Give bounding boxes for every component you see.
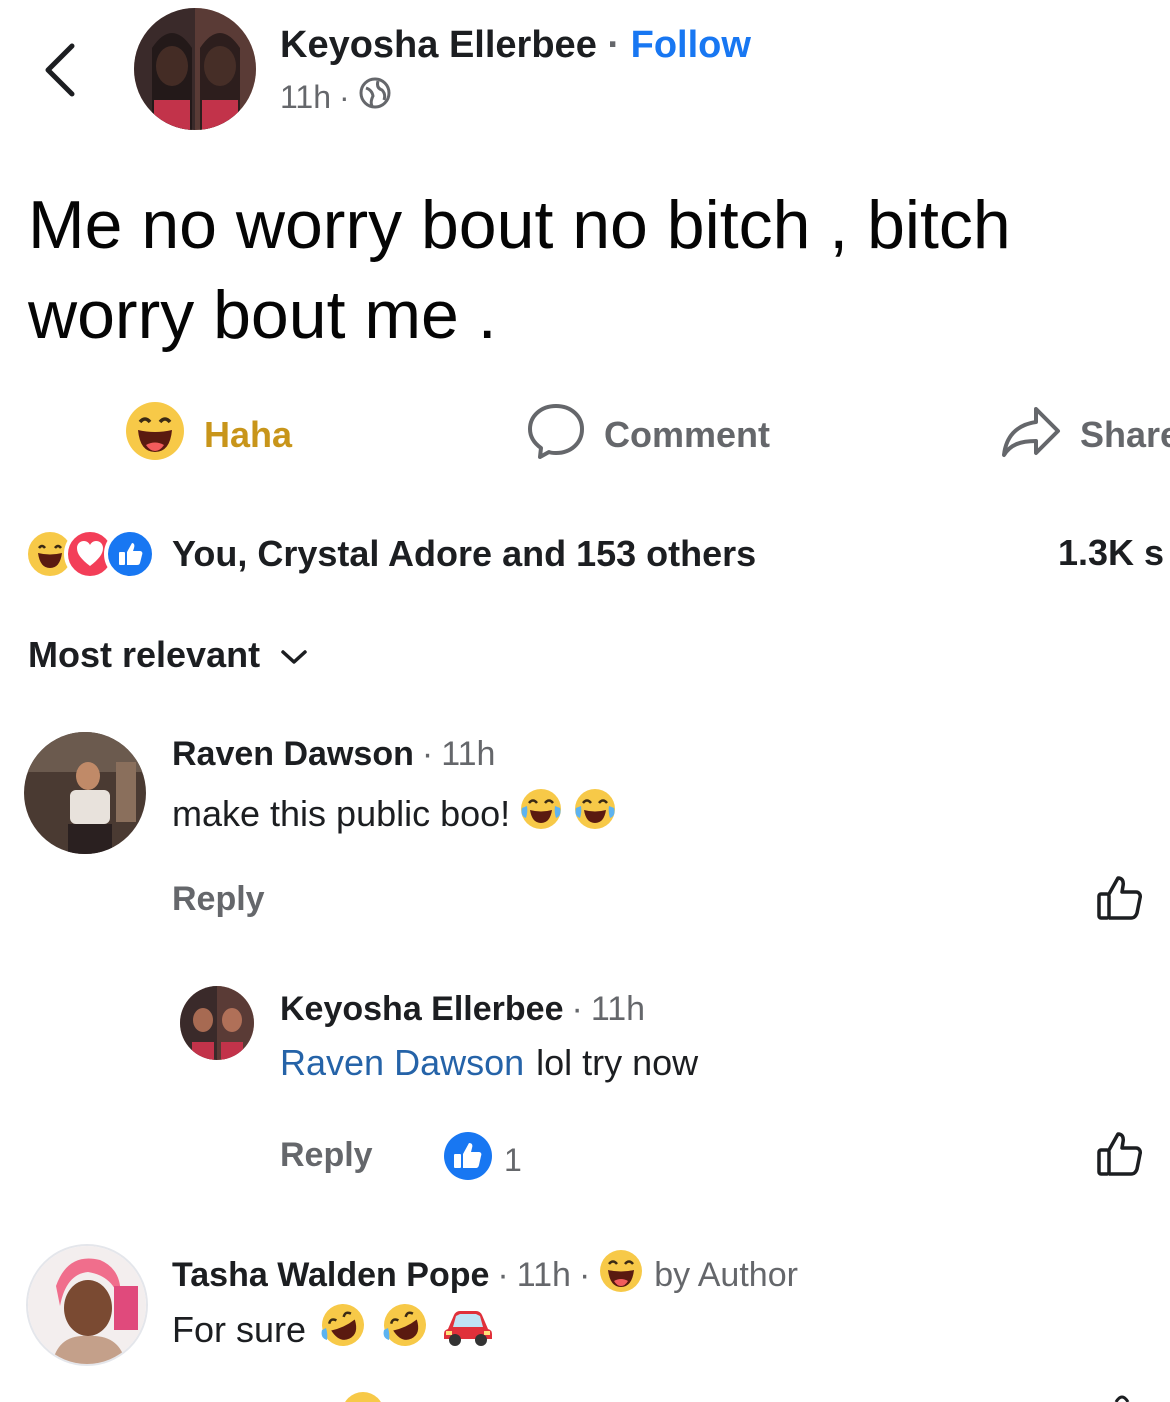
commenter-avatar[interactable] <box>24 732 146 854</box>
like-outline-icon[interactable] <box>1094 1128 1146 1180</box>
comment-body: make this public boo! <box>172 786 618 841</box>
mention-link[interactable]: Raven Dawson <box>280 1042 524 1084</box>
back-chevron-icon[interactable] <box>38 38 86 102</box>
post-author-line: Keyosha Ellerbee · Follow <box>280 24 751 67</box>
author-avatar[interactable] <box>134 8 256 130</box>
post-text: Me no worry bout no bitch , bitch worry … <box>28 187 1011 353</box>
rofl-emoji-icon <box>380 1300 430 1359</box>
share-button[interactable]: Share <box>1000 400 1170 470</box>
haha-reaction-button[interactable]: Haha <box>124 400 292 470</box>
reply-like-count[interactable]: 1 <box>442 1130 522 1190</box>
partial-like-icon <box>1110 1390 1134 1402</box>
chevron-down-icon <box>280 634 308 676</box>
reply-time[interactable]: 11h <box>591 990 645 1029</box>
comment-text: For sure <box>172 1308 307 1350</box>
tears-of-joy-emoji-icon <box>518 786 564 841</box>
comment-author[interactable]: Tasha Walden Pope <box>172 1256 489 1295</box>
follow-separator: · <box>607 24 621 66</box>
comment-time[interactable]: 11h <box>441 735 495 774</box>
by-author-badge: by Author <box>598 1248 798 1303</box>
shares-count[interactable]: 1.3K s <box>1058 532 1164 574</box>
sort-label: Most relevant <box>28 634 261 675</box>
meta-separator: · <box>339 78 350 115</box>
rofl-emoji-icon <box>318 1300 368 1359</box>
comment-body: For sure <box>172 1300 494 1359</box>
facebook-post-screen: Keyosha Ellerbee · Follow 11h · Me no wo… <box>0 0 1170 1402</box>
comment-separator: · <box>578 1256 591 1294</box>
like-filled-icon <box>442 1130 494 1190</box>
post-author-name[interactable]: Keyosha Ellerbee <box>280 24 597 66</box>
follow-button[interactable]: Follow <box>631 24 751 66</box>
share-arrow-icon <box>1000 403 1062 468</box>
post-time[interactable]: 11h <box>280 79 331 116</box>
comment-bubble-icon <box>526 401 586 470</box>
comment-header: Tasha Walden Pope · 11h · by Author <box>172 1248 798 1303</box>
haha-label: Haha <box>204 414 293 455</box>
post-meta: 11h · <box>280 76 392 118</box>
reply-text: lol try now <box>536 1042 699 1083</box>
comment-time[interactable]: 11h <box>517 1256 571 1295</box>
comment-button[interactable]: Comment <box>526 400 770 470</box>
haha-emoji-icon <box>598 1248 644 1303</box>
like-small-icon <box>104 528 156 580</box>
reply-header: Keyosha Ellerbee · 11h <box>280 990 645 1029</box>
reply-separator: · <box>571 990 583 1028</box>
reply-author-avatar[interactable] <box>180 986 254 1060</box>
globe-icon <box>358 76 392 118</box>
comment-author[interactable]: Raven Dawson <box>172 735 414 774</box>
comment-separator: · <box>497 1256 509 1294</box>
reply-author[interactable]: Keyosha Ellerbee <box>280 990 563 1029</box>
reply-body: Raven Dawson lol try now <box>280 1042 698 1084</box>
like-outline-icon[interactable] <box>1094 872 1146 924</box>
by-author-label: by Author <box>654 1256 798 1294</box>
reply-button[interactable]: Reply <box>172 880 265 919</box>
haha-emoji-icon <box>124 400 186 471</box>
reaction-icons <box>24 528 156 580</box>
comment-separator: · <box>421 735 434 773</box>
comment-label: Comment <box>604 414 771 455</box>
reply-button[interactable]: Reply <box>280 1136 373 1175</box>
share-label: Share <box>1080 414 1170 455</box>
reactions-summary[interactable]: You, Crystal Adore and 153 others <box>24 528 756 580</box>
tears-of-joy-emoji-icon <box>572 786 618 841</box>
reaction-names: You, Crystal Adore and 153 others <box>172 533 757 574</box>
comment-text: make this public boo! <box>172 792 511 834</box>
commenter-avatar[interactable] <box>26 1244 148 1366</box>
like-count-number: 1 <box>504 1141 522 1178</box>
red-car-emoji-icon <box>442 1303 494 1356</box>
partial-reaction-emoji-icon <box>340 1390 386 1402</box>
comment-sort-dropdown[interactable]: Most relevant <box>28 634 308 676</box>
comment-header: Raven Dawson · 11h <box>172 735 495 774</box>
